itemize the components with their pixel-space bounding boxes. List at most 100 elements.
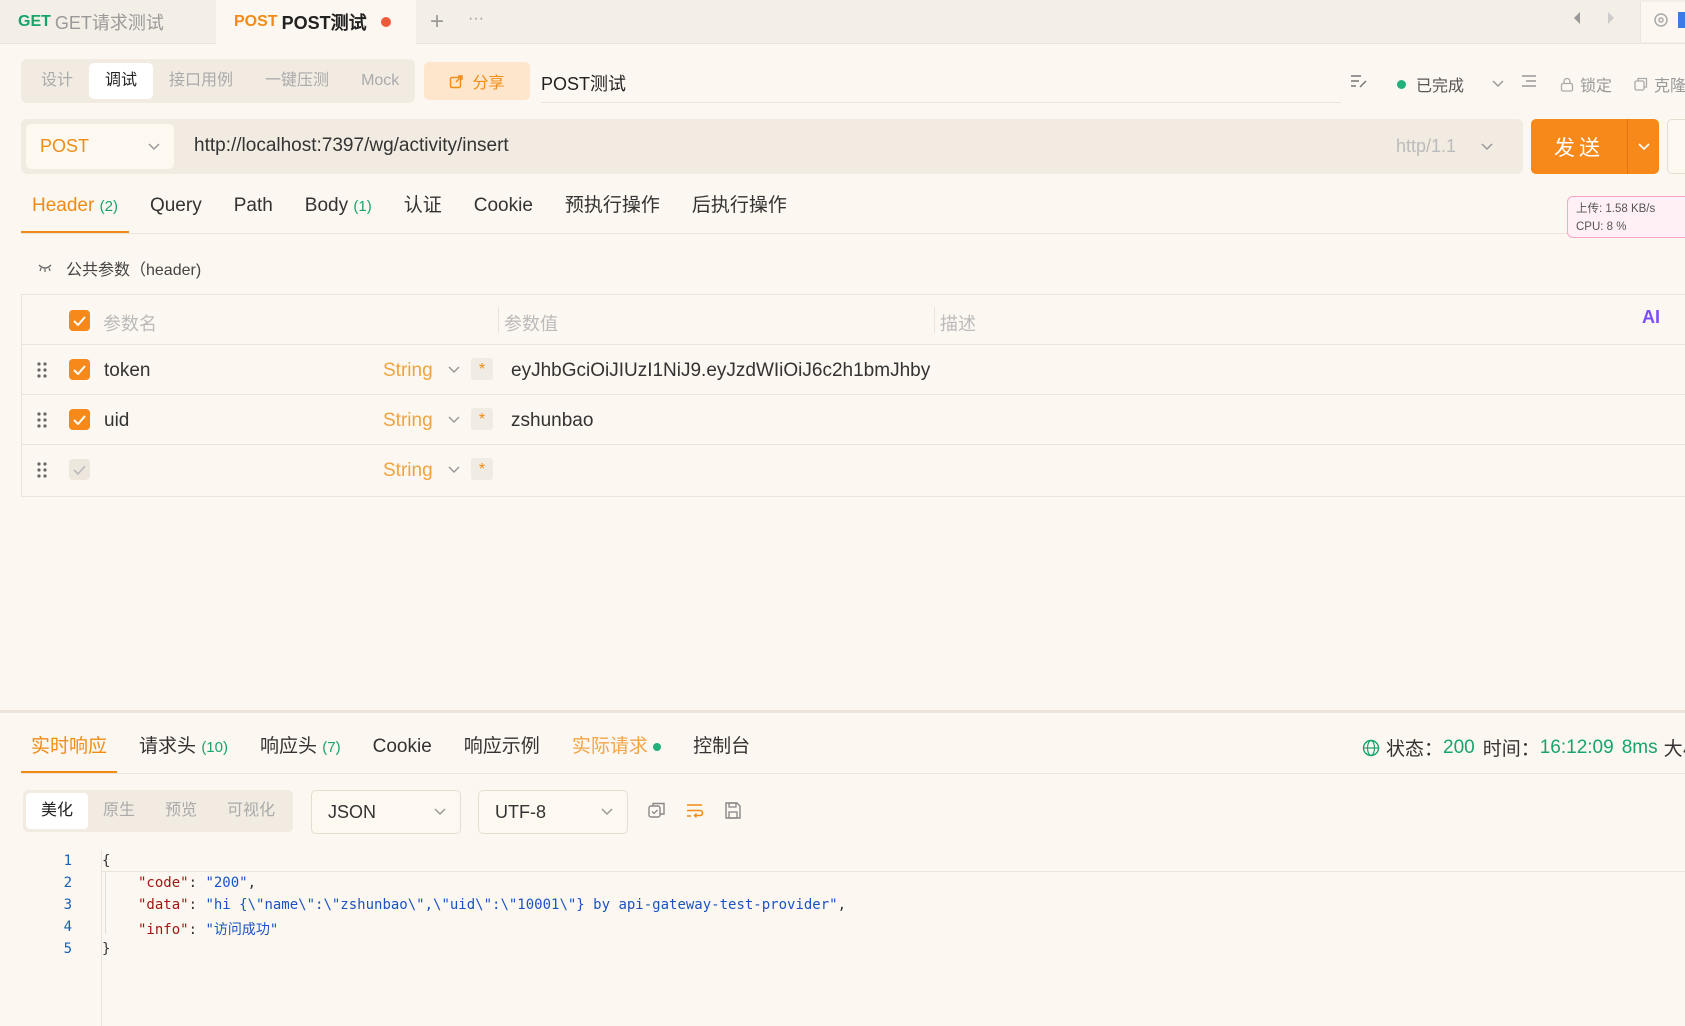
- line-number: 2: [63, 875, 72, 891]
- wrap-lines-icon[interactable]: [685, 801, 705, 821]
- unsaved-dot-icon: [380, 17, 391, 27]
- tab-header[interactable]: Header (2): [21, 190, 129, 234]
- tab-post-script[interactable]: 后执行操作: [681, 190, 798, 234]
- tab-label: 实际请求: [571, 736, 648, 757]
- code-line: "data": "hi {\"name\":\"zshunbao\",\"uid…: [138, 897, 847, 913]
- code-text: {: [102, 853, 111, 869]
- method-select[interactable]: POST: [26, 124, 174, 169]
- tab-console[interactable]: 控制台: [683, 732, 760, 774]
- tab-get-request[interactable]: GET GET请求测试: [0, 0, 208, 44]
- eye-closed-icon: [38, 264, 52, 272]
- tab-path[interactable]: Path: [223, 190, 284, 234]
- json-value: "200": [205, 875, 248, 891]
- send-button[interactable]: 发送: [1531, 119, 1659, 174]
- tab-count: (10): [201, 739, 228, 756]
- cpu-usage: CPU: 8 %: [1576, 221, 1627, 233]
- tab-response-cookie[interactable]: Cookie: [363, 732, 442, 774]
- drag-handle-icon[interactable]: [37, 462, 47, 478]
- drag-handle-icon[interactable]: [37, 362, 47, 378]
- header-desc: 描述: [940, 314, 976, 334]
- tab-pre-script[interactable]: 预执行操作: [554, 190, 671, 234]
- mode-debug[interactable]: 调试: [89, 63, 154, 99]
- send-dropdown[interactable]: [1627, 119, 1659, 174]
- chevron-down-icon[interactable]: [448, 416, 460, 424]
- copy-icon[interactable]: [647, 801, 667, 821]
- tab-count: (1): [353, 198, 372, 215]
- drag-handle-icon[interactable]: [37, 412, 47, 428]
- view-visualize[interactable]: 可视化: [212, 793, 290, 829]
- scroll-right-icon[interactable]: [1606, 11, 1616, 25]
- indent-guide: [105, 872, 106, 934]
- edit-lines-icon[interactable]: [1350, 73, 1368, 89]
- outline-icon[interactable]: [1521, 73, 1539, 89]
- share-button[interactable]: 分享: [424, 62, 530, 100]
- http-version-select[interactable]: http/1.1: [1396, 136, 1493, 157]
- clone-button[interactable]: 克隆: [1634, 72, 1685, 96]
- row-checkbox[interactable]: [69, 359, 90, 380]
- tab-live-response[interactable]: 实时响应: [21, 732, 118, 774]
- send-label: 发送: [1554, 136, 1604, 160]
- tab-title: GET请求测试: [54, 13, 164, 33]
- scroll-left-icon[interactable]: [1572, 11, 1582, 25]
- param-name[interactable]: uid: [104, 410, 129, 432]
- gutter-divider: [101, 850, 102, 1026]
- status-selector[interactable]: 已完成: [1397, 72, 1504, 96]
- param-name[interactable]: token: [104, 360, 150, 382]
- view-pretty[interactable]: 美化: [26, 793, 89, 829]
- url-input[interactable]: http://localhost:7397/wg/activity/insert: [194, 135, 509, 157]
- mode-cases[interactable]: 接口用例: [153, 63, 249, 99]
- param-value[interactable]: eyJhbGciOiJIUzI1NiJ9.eyJzdWIiOiJ6c2h1bmJ…: [511, 360, 930, 382]
- tab-request-headers[interactable]: 请求头 (10): [129, 732, 238, 774]
- tab-body[interactable]: Body (1): [294, 190, 383, 234]
- upload-speed: 上传: 1.58 KB/s: [1576, 203, 1656, 215]
- http-version: http/1.1: [1396, 136, 1457, 156]
- tab-actual-request[interactable]: 实际请求: [562, 732, 671, 774]
- public-params-toggle[interactable]: 公共参数（header): [38, 256, 201, 280]
- tab-label: 认证: [403, 195, 442, 216]
- time-label: 时间：: [1482, 739, 1540, 760]
- mode-design[interactable]: 设计: [25, 63, 89, 99]
- column-separator: [934, 307, 935, 333]
- doc-title[interactable]: POST测试: [541, 70, 626, 96]
- save-icon[interactable]: [723, 801, 743, 821]
- row-checkbox[interactable]: [69, 459, 90, 480]
- tab-query[interactable]: Query: [139, 190, 213, 234]
- param-type[interactable]: String: [383, 360, 433, 382]
- required-toggle[interactable]: *: [471, 408, 493, 430]
- tab-response-example[interactable]: 响应示例: [454, 732, 550, 774]
- format-select[interactable]: JSON: [311, 790, 461, 834]
- tab-cookie[interactable]: Cookie: [463, 190, 544, 234]
- add-tab-button[interactable]: +: [430, 8, 444, 36]
- tab-response-headers[interactable]: 响应头 (7): [250, 732, 351, 774]
- tab-label: 实时响应: [31, 736, 108, 757]
- chevron-down-icon: [601, 808, 613, 816]
- required-toggle[interactable]: *: [471, 458, 493, 480]
- chevron-down-icon: [434, 808, 446, 816]
- check-icon: [73, 414, 86, 425]
- tab-post-request[interactable]: POST POST测试: [216, 0, 416, 44]
- encoding-select[interactable]: UTF-8: [478, 790, 628, 834]
- gear-icon[interactable]: [1652, 11, 1670, 29]
- size-label: 大小: [1663, 739, 1685, 760]
- view-preview[interactable]: 预览: [150, 793, 212, 829]
- select-all-checkbox[interactable]: [69, 310, 90, 331]
- lock-button[interactable]: 锁定: [1560, 72, 1612, 96]
- more-tabs-button[interactable]: ···: [468, 10, 484, 28]
- param-type[interactable]: String: [383, 410, 433, 432]
- view-raw[interactable]: 原生: [88, 793, 150, 829]
- param-value[interactable]: zshunbao: [511, 410, 593, 432]
- tab-auth[interactable]: 认证: [393, 190, 453, 234]
- row-checkbox[interactable]: [69, 409, 90, 430]
- save-button[interactable]: [1667, 119, 1685, 174]
- header-value: 参数值: [504, 314, 558, 334]
- mode-stress[interactable]: 一键压测: [249, 63, 345, 99]
- panel-resize-handle[interactable]: [0, 710, 1685, 713]
- ai-icon[interactable]: AI: [1642, 307, 1660, 328]
- chevron-down-icon[interactable]: [448, 366, 460, 374]
- encoding-value: UTF-8: [495, 801, 546, 822]
- chevron-down-icon[interactable]: [448, 466, 460, 474]
- required-toggle[interactable]: *: [471, 358, 493, 380]
- format-value: JSON: [328, 801, 377, 822]
- param-type[interactable]: String: [383, 460, 433, 482]
- mode-mock[interactable]: Mock: [345, 63, 415, 99]
